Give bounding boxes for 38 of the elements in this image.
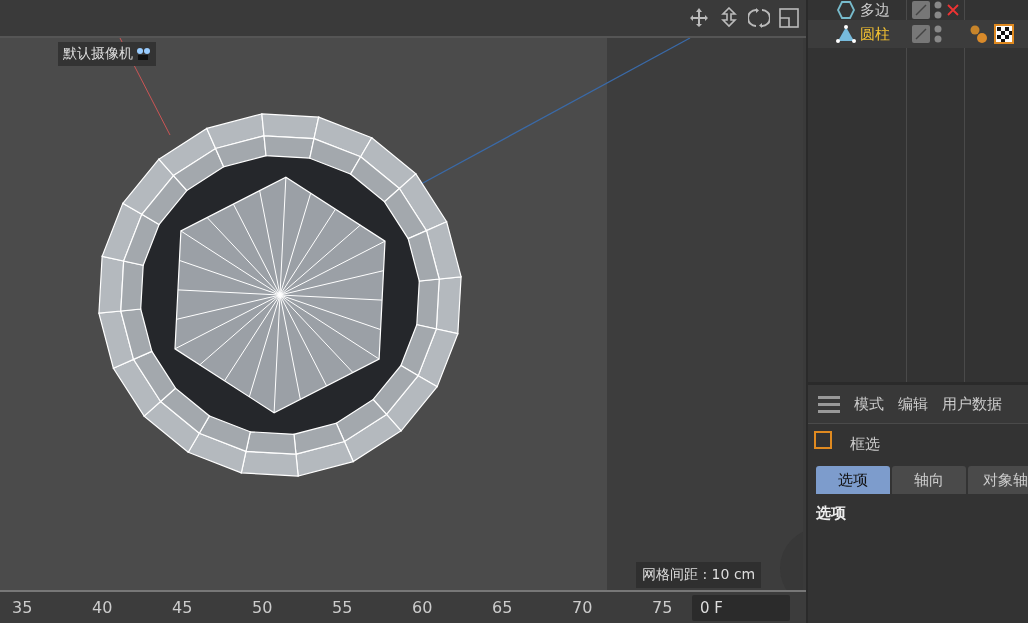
visibility-dots-icon[interactable] (934, 1, 942, 19)
edit-toggle-icon[interactable] (912, 25, 930, 43)
section-title: 选项 (815, 503, 847, 524)
visibility-dots-icon[interactable] (934, 25, 942, 43)
move-icon[interactable] (688, 7, 710, 29)
timeline-tick-label: 75 (652, 598, 674, 617)
timeline-tick-label: 45 (172, 598, 194, 617)
menu-icon[interactable] (818, 395, 840, 413)
object-name[interactable]: 多边 (860, 0, 890, 20)
triangle-icon (836, 25, 856, 43)
menu-item[interactable]: 用户数据 (942, 394, 1002, 414)
tab[interactable]: 对象轴 (968, 466, 1028, 494)
timeline-tick-label: 70 (572, 598, 594, 617)
hexagon-icon (836, 1, 856, 19)
timeline-tick-label: 60 (412, 598, 434, 617)
grid-spacing-label: 网格间距 : 10 cm (636, 562, 762, 588)
tab[interactable]: 轴向 (892, 466, 966, 494)
object-name[interactable]: 圆柱 (860, 24, 890, 44)
frame-field[interactable]: 0 F (692, 594, 790, 621)
rotate-icon[interactable] (748, 7, 770, 29)
up-down-arrow-icon[interactable] (718, 7, 740, 29)
edit-toggle-icon[interactable] (912, 1, 930, 19)
timeline-tick-label: 50 (252, 598, 274, 617)
camera-label-text: 默认摄像机 (63, 45, 133, 63)
timeline-tick-label: 40 (92, 598, 114, 617)
maximize-icon[interactable] (778, 7, 800, 29)
timeline-tick-label: 55 (332, 598, 354, 617)
material-spheres-icon[interactable] (970, 24, 988, 44)
camera-icon (136, 47, 151, 61)
close-icon[interactable] (946, 3, 960, 17)
checkbox[interactable] (814, 431, 832, 449)
tool-name: 框选 (850, 434, 880, 454)
timeline-tick-label: 35 (12, 598, 34, 617)
timeline-tick-label: 65 (492, 598, 514, 617)
menu-item[interactable]: 模式 (854, 394, 884, 414)
checker-texture-icon[interactable] (994, 24, 1014, 44)
menu-item[interactable]: 编辑 (898, 394, 928, 414)
tab[interactable]: 选项 (816, 466, 890, 494)
